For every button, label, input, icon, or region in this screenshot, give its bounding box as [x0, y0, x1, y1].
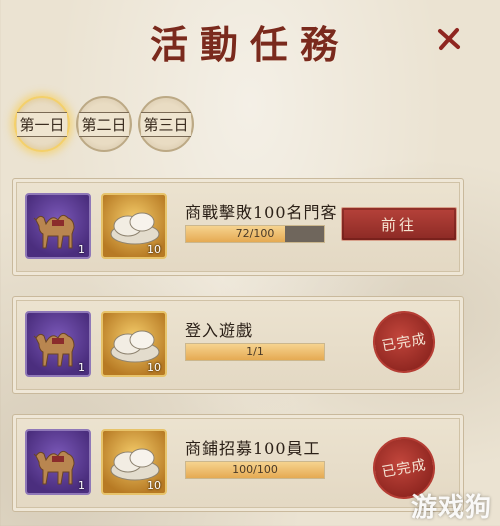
close-button[interactable]: [436, 26, 462, 52]
page-title: 活動任務: [149, 22, 350, 67]
reward-qty: 10: [147, 361, 161, 374]
progress-text: 1/1: [246, 345, 264, 358]
tab-day-2[interactable]: 第二日: [76, 96, 132, 152]
watermark: 游戏狗: [410, 493, 492, 523]
progress-text: 100/100: [232, 463, 278, 476]
tab-label: 第二日: [79, 111, 129, 137]
reward-item-camel[interactable]: 1: [25, 311, 91, 377]
close-icon: [438, 28, 460, 50]
completed-stamp: 已完成: [368, 306, 440, 378]
task-name: 商鋪招募100員工: [185, 439, 321, 458]
task-card: 1 10 商鋪招募100員工 100/100 已完成: [12, 414, 464, 512]
reward-item-gold[interactable]: 10: [101, 193, 167, 259]
reward-item-gold[interactable]: 10: [101, 311, 167, 377]
reward-item-gold[interactable]: 10: [101, 429, 167, 495]
reward-item-camel[interactable]: 1: [25, 429, 91, 495]
task-name: 登入遊戲: [185, 321, 254, 340]
task-card: 1 10 商戰擊敗100名門客 72/100 前往: [12, 178, 464, 276]
reward-item-camel[interactable]: 1: [25, 193, 91, 259]
reward-qty: 10: [147, 479, 161, 492]
tab-day-3[interactable]: 第三日: [138, 96, 194, 152]
progress-bar: 100/100: [185, 461, 325, 479]
day-tabs: 第一日 第二日 第三日: [14, 96, 194, 152]
tab-label: 第三日: [141, 111, 191, 137]
reward-qty: 1: [78, 243, 85, 256]
reward-qty: 10: [147, 243, 161, 256]
progress-text: 72/100: [235, 227, 275, 240]
task-name: 商戰擊敗100名門客: [185, 203, 338, 222]
task-card: 1 10 登入遊戲 1/1 已完成: [12, 296, 464, 394]
tab-label: 第一日: [17, 111, 67, 137]
go-button[interactable]: 前往: [341, 207, 457, 241]
progress-bar: 72/100: [185, 225, 325, 243]
tab-day-1[interactable]: 第一日: [14, 96, 70, 152]
reward-qty: 1: [78, 479, 85, 492]
reward-qty: 1: [78, 361, 85, 374]
progress-bar: 1/1: [185, 343, 325, 361]
